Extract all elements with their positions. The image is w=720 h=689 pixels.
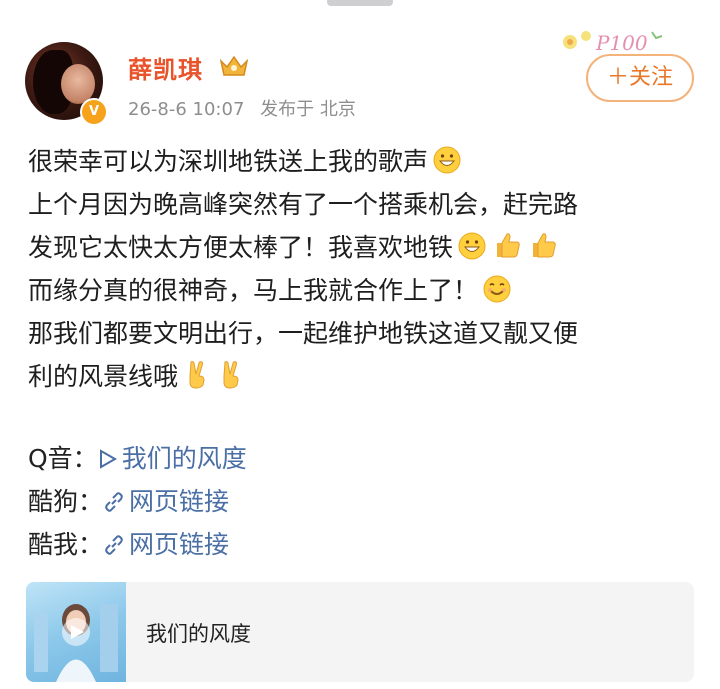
victory-emoji xyxy=(216,358,246,403)
card-thumbnail-art xyxy=(34,604,118,682)
post-line: 很荣幸可以为深圳地铁送上我的歌声 xyxy=(28,140,708,183)
card-thumbnail[interactable] xyxy=(26,582,126,682)
post-meta: 26-8-6 10:07 发布于 北京 xyxy=(128,95,366,121)
link-row: 酷狗： 网页链接 xyxy=(28,480,247,523)
post-time: 26-8-6 10:07 xyxy=(128,99,245,120)
post-line-text: 利的风景线哦 xyxy=(28,362,179,391)
username[interactable]: 薛凯琪 xyxy=(128,50,203,85)
post-line: 利的风景线哦 xyxy=(28,355,708,398)
post-line-text: 上个月因为晚高峰突然有了一个搭乘机会，赶完路 xyxy=(28,190,579,219)
play-icon[interactable] xyxy=(98,440,118,483)
link-text[interactable]: 网页链接 xyxy=(129,530,229,559)
link-label: 酷我： xyxy=(28,530,104,559)
link-icon[interactable] xyxy=(103,483,125,526)
post-line: 那我们都要文明出行，一起维护地铁这道又靓又便 xyxy=(28,312,708,355)
grin-emoji xyxy=(432,145,462,188)
link-row: 酷我： 网页链接 xyxy=(28,523,247,566)
vip-icon xyxy=(219,55,249,76)
smile-emoji xyxy=(482,274,512,317)
follow-button[interactable]: ＋关注 xyxy=(586,54,694,102)
post-line: 发现它太快太方便太棒了！我喜欢地铁 xyxy=(28,226,708,269)
drag-handle[interactable] xyxy=(327,0,393,6)
post-source: 发布于 北京 xyxy=(260,99,356,120)
thumbs-up-emoji xyxy=(491,229,523,274)
post-line-text: 发现它太快太方便太棒了！我喜欢地铁 xyxy=(28,233,454,262)
link-text[interactable]: 网页链接 xyxy=(129,487,229,516)
link-label: 酷狗： xyxy=(28,487,104,516)
link-icon[interactable] xyxy=(103,526,125,569)
svg-text:P100: P100 xyxy=(595,31,648,55)
post-line: 上个月因为晚高峰突然有了一个搭乘机会，赶完路 xyxy=(28,183,708,226)
link-row: Q音： 我们的风度 xyxy=(28,437,247,480)
post-line: 而缘分真的很神奇，马上我就合作上了！ xyxy=(28,269,708,312)
thumbs-up-emoji xyxy=(527,229,559,274)
link-text[interactable]: 我们的风度 xyxy=(122,444,247,473)
card-title[interactable]: 我们的风度 xyxy=(146,618,251,648)
links-section: Q音： 我们的风度 酷狗： 网页链接 酷我： 网页链接 xyxy=(28,437,247,566)
post-line-text: 那我们都要文明出行，一起维护地铁这道又靓又便 xyxy=(28,319,579,348)
verified-icon: V xyxy=(80,98,108,126)
media-card[interactable]: 我们的风度 xyxy=(26,582,694,682)
post-line-text: 而缘分真的很神奇，马上我就合作上了！ xyxy=(28,276,479,305)
post-line-text: 很荣幸可以为深圳地铁送上我的歌声 xyxy=(28,147,429,176)
victory-emoji xyxy=(182,358,212,403)
grin-emoji xyxy=(457,231,487,274)
post-content: 很荣幸可以为深圳地铁送上我的歌声上个月因为晚高峰突然有了一个搭乘机会，赶完路 发现… xyxy=(28,140,708,398)
link-label: Q音： xyxy=(28,444,98,473)
